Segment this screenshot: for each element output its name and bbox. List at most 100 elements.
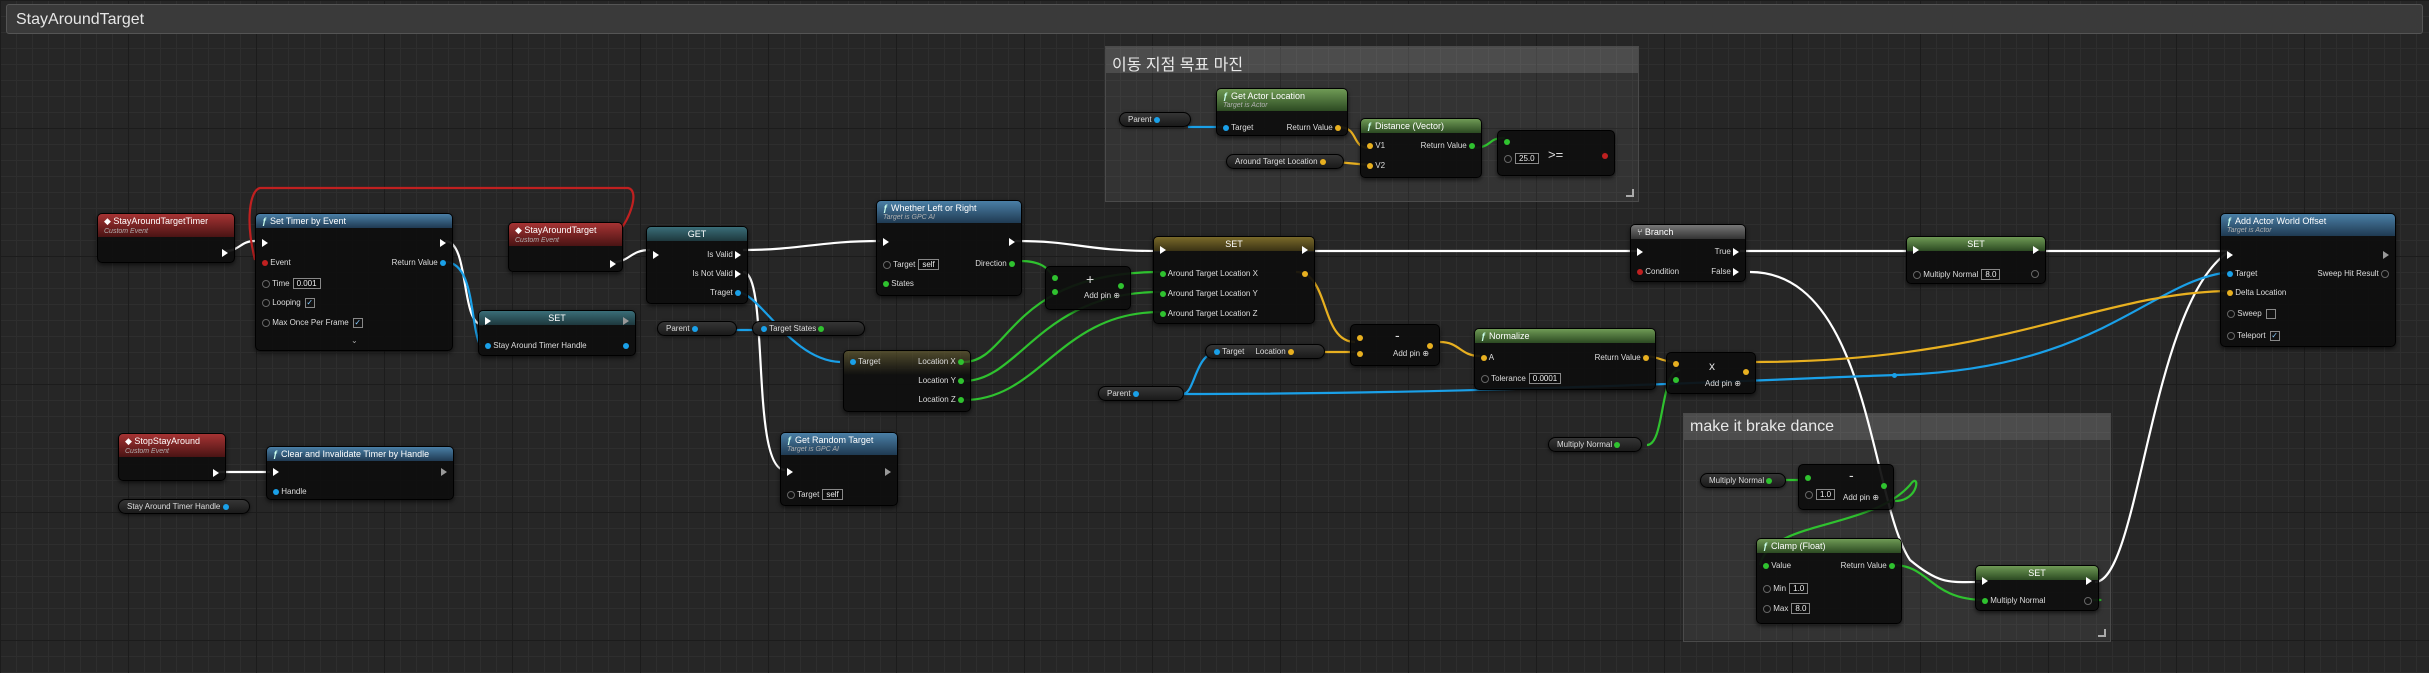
- float-out-pin[interactable]: [958, 377, 964, 384]
- target-pin[interactable]: [883, 260, 891, 269]
- float-out-pin[interactable]: [2084, 596, 2092, 605]
- exec-out-pin[interactable]: [2033, 245, 2039, 254]
- float-pin[interactable]: [1766, 477, 1773, 484]
- clamp-float-node[interactable]: ƒ Clamp (Float) Value Return Value Min 1.0…: [1756, 538, 1902, 624]
- reroute-knot[interactable]: [1892, 373, 1897, 378]
- max-value-field[interactable]: 8.0: [1791, 603, 1811, 614]
- compare-value-field[interactable]: 25.0: [1515, 153, 1539, 164]
- target-value-field[interactable]: self: [822, 489, 843, 500]
- float-in-pin[interactable]: [1160, 310, 1166, 317]
- get-random-target-node[interactable]: ƒ Get Random Target Target is GPC AI Targe…: [780, 432, 898, 506]
- variable-getter-multiply-normal[interactable]: Multiply Normal: [1548, 437, 1642, 452]
- looping-pin[interactable]: [262, 299, 270, 307]
- float-in-pin[interactable]: [1763, 604, 1771, 613]
- max-once-checkbox[interactable]: ✓: [352, 318, 363, 328]
- vector-pin[interactable]: [1319, 158, 1326, 165]
- target-value-field[interactable]: self: [918, 259, 939, 270]
- direction-pin[interactable]: [1009, 260, 1015, 267]
- float-in-pin[interactable]: [1805, 490, 1813, 499]
- subtract-vector-node[interactable]: - Add pin ⊕: [1350, 324, 1440, 366]
- subtract-value-field[interactable]: 1.0: [1816, 489, 1836, 500]
- exec-out-pin[interactable]: [222, 248, 228, 257]
- add-pin-button[interactable]: Add pin ⊕: [1705, 379, 1741, 388]
- exec-out-pin[interactable]: [2086, 576, 2092, 585]
- exec-in-pin[interactable]: [1637, 247, 1643, 256]
- break-vector-node[interactable]: Target Location X Location Y Location Z: [843, 350, 971, 412]
- max-once-pin[interactable]: [262, 319, 270, 327]
- float-in-pin[interactable]: [1805, 474, 1811, 481]
- bool-in-pin[interactable]: [1637, 268, 1643, 275]
- looping-checkbox[interactable]: ✓: [304, 298, 315, 308]
- object-pin[interactable]: [1132, 390, 1139, 397]
- tolerance-value-field[interactable]: 0.0001: [1528, 373, 1562, 384]
- vector-in-pin[interactable]: [1481, 354, 1487, 361]
- exec-out-pin[interactable]: [735, 250, 741, 259]
- exec-in-pin[interactable]: [273, 467, 279, 476]
- vector-pin[interactable]: [1287, 348, 1294, 355]
- float-in-pin[interactable]: [1982, 597, 1988, 604]
- float-in-pin[interactable]: [1673, 376, 1679, 383]
- float-in-pin[interactable]: [1504, 138, 1510, 145]
- custom-event-node[interactable]: ◆ StayAroundTarget Custom Event: [508, 222, 623, 272]
- vector-out-pin[interactable]: [1743, 368, 1749, 375]
- expand-chevron-icon[interactable]: ⌄: [351, 336, 358, 345]
- bool-in-pin[interactable]: [2227, 332, 2235, 340]
- clear-invalidate-timer-node[interactable]: ƒ Clear and Invalidate Timer by Handle Ha…: [266, 446, 454, 500]
- multiply-vector-node[interactable]: x Add pin ⊕: [1666, 352, 1756, 394]
- exec-out-pin[interactable]: [213, 468, 219, 477]
- float-in-pin[interactable]: [1160, 270, 1166, 277]
- bool-in-pin[interactable]: [2227, 310, 2235, 318]
- float-in-pin[interactable]: [1763, 584, 1771, 593]
- vector-in-pin[interactable]: [1357, 334, 1363, 341]
- float-in-pin[interactable]: [1913, 270, 1921, 279]
- teleport-checkbox[interactable]: ✓: [2269, 331, 2280, 341]
- variable-getter-timer-handle[interactable]: Stay Around Timer Handle: [118, 499, 250, 514]
- target-pin[interactable]: [850, 358, 856, 365]
- handle-out-pin[interactable]: [623, 342, 629, 349]
- min-value-field[interactable]: 1.0: [1789, 583, 1809, 594]
- object-pin[interactable]: [222, 503, 229, 510]
- float-out-pin[interactable]: [1118, 282, 1124, 289]
- target-pin[interactable]: [787, 490, 795, 499]
- return-pin[interactable]: [440, 259, 446, 266]
- target-pin[interactable]: [2227, 270, 2233, 277]
- vector-in-pin[interactable]: [2227, 289, 2233, 296]
- exec-in-pin[interactable]: [883, 237, 889, 246]
- branch-node[interactable]: ⑂ Branch True Condition False: [1630, 224, 1746, 282]
- add-actor-world-offset-node[interactable]: ƒ Add Actor World Offset Target is Actor T…: [2220, 213, 2396, 347]
- set-timer-by-event-node[interactable]: ƒ Set Timer by Event Event Return Value T…: [255, 213, 453, 351]
- distance-vector-node[interactable]: ƒ Distance (Vector) V1 Return Value V2: [1360, 118, 1482, 178]
- float-out-pin[interactable]: [958, 358, 964, 365]
- float-out-pin[interactable]: [958, 396, 964, 403]
- exec-out-pin[interactable]: [735, 269, 741, 278]
- normalize-node[interactable]: ƒ Normalize A Return Value Tolerance 0.000…: [1474, 328, 1656, 390]
- exec-out-pin[interactable]: [885, 467, 891, 476]
- target-pin[interactable]: [1223, 124, 1229, 131]
- time-pin[interactable]: [262, 279, 270, 288]
- vector-out-pin[interactable]: [1302, 270, 1308, 277]
- float-out-pin[interactable]: [1469, 142, 1475, 149]
- exec-out-pin[interactable]: [441, 467, 447, 476]
- exec-out-pin[interactable]: [1009, 237, 1015, 246]
- exec-out-pin[interactable]: [610, 259, 616, 268]
- add-pin-button[interactable]: Add pin ⊕: [1843, 493, 1879, 502]
- compare-float-node[interactable]: 25.0 >=: [1497, 130, 1615, 176]
- float-in-pin[interactable]: [1481, 374, 1489, 383]
- exec-in-pin[interactable]: [1160, 245, 1166, 254]
- float-in-pin[interactable]: [1504, 154, 1512, 163]
- float-out-pin[interactable]: [1881, 482, 1887, 489]
- exec-in-pin[interactable]: [653, 250, 659, 259]
- variable-getter-parent[interactable]: Parent: [657, 321, 737, 336]
- sweep-checkbox[interactable]: [2265, 309, 2276, 319]
- vector-in-pin[interactable]: [1357, 350, 1363, 357]
- subtract-float-node[interactable]: 1.0 - Add pin ⊕: [1798, 464, 1894, 510]
- custom-event-node[interactable]: ◆ StayAroundTargetTimer Custom Event: [97, 213, 235, 263]
- multiply-value-field[interactable]: 8.0: [1981, 269, 2001, 280]
- vector-out-pin[interactable]: [1643, 354, 1649, 361]
- object-pin[interactable]: [1153, 116, 1160, 123]
- vector-out-pin[interactable]: [1335, 124, 1341, 131]
- variable-getter-target-states[interactable]: Target States: [752, 321, 865, 336]
- set-multiply-normal-node[interactable]: SET Multiply Normal 8.0: [1906, 236, 2046, 284]
- float-pin[interactable]: [1614, 441, 1621, 448]
- float-in-pin[interactable]: [1763, 562, 1769, 569]
